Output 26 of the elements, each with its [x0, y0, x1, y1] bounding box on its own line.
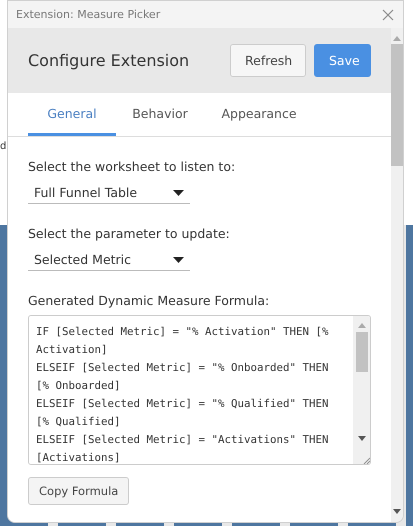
field-label: Generated Dynamic Measure Formula: — [28, 293, 270, 308]
resize-grip-icon[interactable] — [363, 457, 370, 464]
scroll-up-arrow-icon[interactable] — [358, 323, 366, 328]
refresh-button[interactable]: Refresh — [230, 44, 306, 77]
field-label: Select the worksheet to listen to: — [28, 159, 236, 174]
scroll-down-arrow-icon[interactable] — [358, 436, 366, 441]
close-icon[interactable] — [382, 8, 394, 20]
background-text: d — [0, 141, 6, 152]
caret-icon — [173, 256, 184, 262]
scroll-down-arrow-icon[interactable] — [393, 509, 401, 514]
formula-textarea[interactable]: IF [Selected Metric] = "% Activation" THEN [% Activation] ELSEIF [Selected Metric] = "% Onboarded" THEN [% Onboarded] ELSEIF [Selected Metric] = "% Qualified" THEN [% Qualified] ELSEIF [Selected Metric] = "Activations" THEN [Activations] — [28, 315, 371, 465]
tab[interactable]: Appearance — [204, 93, 314, 136]
dialog-heading: Configure Extension — [28, 51, 190, 70]
parameter-dropdown[interactable]: Selected Metric — [28, 245, 190, 271]
scroll-up-arrow-icon[interactable] — [393, 36, 401, 41]
field-label: Select the parameter to update: — [28, 226, 230, 241]
window-title: Extension: Measure Picker — [16, 8, 160, 21]
scrollbar-thumb[interactable] — [356, 332, 368, 372]
scrollbar-thumb[interactable] — [391, 44, 403, 166]
scrollbar[interactable] — [353, 316, 370, 464]
tab[interactable]: General — [28, 93, 116, 136]
tab[interactable]: Behavior — [116, 93, 204, 136]
caret-icon — [173, 190, 184, 196]
scrollbar[interactable] — [391, 28, 403, 522]
copy-formula-button[interactable]: Copy Formula — [28, 477, 130, 505]
worksheet-dropdown[interactable]: Full Funnel Table — [28, 178, 190, 204]
